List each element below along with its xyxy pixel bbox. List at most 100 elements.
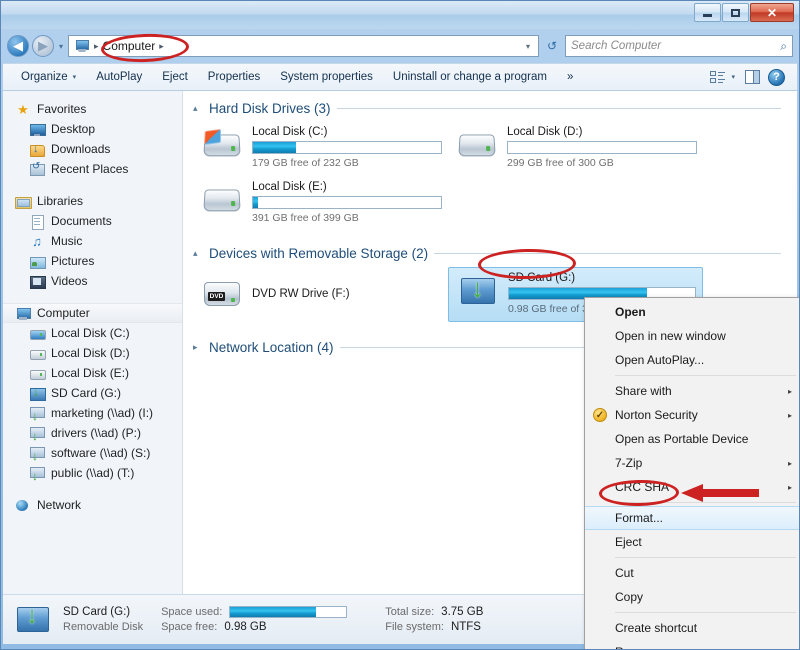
drive-name: Local Disk (C:)	[252, 126, 328, 138]
drive-item-local-disk-d[interactable]: Local Disk (D:) 299 GB free of 300 GB	[448, 122, 703, 175]
computer-icon	[15, 306, 31, 321]
menu-item-open-autoplay[interactable]: Open AutoPlay...	[585, 348, 799, 372]
drive-name: SD Card (G:)	[508, 272, 576, 284]
refresh-icon[interactable]: ↺	[542, 36, 562, 56]
group-divider	[434, 253, 781, 254]
help-icon[interactable]: ?	[768, 68, 785, 86]
autoplay-button[interactable]: AutoPlay	[86, 67, 152, 87]
sidebar-item-computer[interactable]: Computer	[3, 303, 182, 323]
menu-item-create-shortcut[interactable]: Create shortcut	[585, 616, 799, 640]
menu-item-open-in-new-window[interactable]: Open in new window	[585, 324, 799, 348]
sidebar-item-desktop[interactable]: Desktop	[3, 119, 182, 139]
breadcrumb-separator-2[interactable]: ▸	[155, 41, 168, 52]
sidebar-item-videos[interactable]: Videos	[3, 271, 182, 291]
organize-label: Organize	[21, 71, 68, 83]
sidebar-item-local-disk-e[interactable]: Local Disk (E:)	[3, 363, 182, 383]
menu-label: Format...	[615, 511, 664, 525]
change-view-button[interactable]: ▾	[708, 66, 737, 88]
back-button[interactable]: ◀	[7, 35, 29, 57]
network-drive-icon	[29, 426, 45, 443]
menu-item-copy[interactable]: Copy	[585, 585, 799, 609]
menu-item-rename[interactable]: Rename	[585, 640, 799, 649]
group-title: Hard Disk Drives (3)	[209, 101, 331, 116]
toolbar-overflow-button[interactable]: »	[557, 67, 583, 87]
videos-icon	[29, 274, 46, 289]
close-button[interactable]: ✕	[750, 3, 794, 22]
forward-button[interactable]: ▶	[32, 35, 54, 57]
search-input[interactable]: Search Computer ⌕	[565, 35, 793, 57]
menu-item-open[interactable]: Open	[585, 300, 799, 324]
uninstall-program-button[interactable]: Uninstall or change a program	[383, 67, 557, 87]
sidebar-item-music[interactable]: ♫ Music	[3, 231, 182, 251]
context-menu: Open Open in new window Open AutoPlay...…	[584, 297, 799, 649]
menu-item-norton-security[interactable]: ✓ Norton Security ▸	[585, 403, 799, 427]
sidebar-item-libraries[interactable]: Libraries	[3, 191, 182, 211]
sidebar-item-local-disk-c[interactable]: Local Disk (C:)	[3, 323, 182, 343]
documents-icon	[29, 214, 45, 230]
menu-item-share-with[interactable]: Share with ▸	[585, 379, 799, 403]
search-icon: ⌕	[780, 38, 787, 53]
sidebar-item-network[interactable]: Network	[3, 495, 182, 515]
sidebar-item-software-s[interactable]: software (\\ad) (S:)	[3, 443, 182, 463]
chevron-down-icon[interactable]: ▴	[193, 248, 203, 259]
music-icon: ♫	[32, 233, 42, 249]
organize-button[interactable]: Organize ▾	[11, 67, 86, 87]
total-size-label: Total size:	[385, 606, 435, 618]
search-placeholder: Search Computer	[571, 40, 662, 52]
toolbar-right-group: ▾ ?	[708, 66, 789, 88]
menu-label: Copy	[615, 590, 644, 604]
maximize-button[interactable]	[722, 3, 749, 22]
address-bar[interactable]: ▸ Computer ▸ ▾	[68, 35, 539, 57]
chevron-down-icon[interactable]: ▴	[193, 103, 203, 114]
drive-item-local-disk-c[interactable]: Local Disk (C:) 179 GB free of 232 GB	[193, 122, 448, 175]
sidebar-item-local-disk-d[interactable]: Local Disk (D:)	[3, 343, 182, 363]
drive-item-local-disk-e[interactable]: Local Disk (E:) 391 GB free of 399 GB	[193, 177, 448, 230]
sd-card-icon	[457, 272, 501, 308]
group-divider	[336, 108, 781, 109]
minimize-button[interactable]	[694, 3, 721, 22]
hard-drive-icon	[29, 326, 46, 341]
sidebar-item-public-t[interactable]: public (\\ad) (T:)	[3, 463, 182, 483]
menu-label: Norton Security	[615, 408, 698, 422]
menu-label: 7-Zip	[615, 456, 643, 470]
submenu-arrow-icon: ▸	[787, 386, 792, 396]
chevron-down-icon[interactable]: ▾	[526, 42, 536, 51]
sidebar-label: Downloads	[51, 142, 111, 156]
sidebar-item-recent-places[interactable]: Recent Places	[3, 159, 182, 179]
group-header-removable-storage[interactable]: ▴ Devices with Removable Storage (2)	[193, 246, 797, 261]
hard-drive-icon	[29, 346, 46, 361]
menu-item-format[interactable]: Format...	[585, 506, 799, 530]
capacity-bar	[252, 196, 442, 209]
recent-pages-caret[interactable]: ▾	[57, 42, 65, 51]
menu-label: Open AutoPlay...	[615, 353, 705, 367]
preview-pane-icon[interactable]	[745, 70, 760, 84]
sidebar-label: SD Card (G:)	[51, 386, 122, 400]
hard-drive-list: Local Disk (C:) 179 GB free of 232 GB Lo…	[193, 122, 797, 232]
sidebar-item-drivers-p[interactable]: drivers (\\ad) (P:)	[3, 423, 182, 443]
sidebar-item-marketing-i[interactable]: marketing (\\ad) (I:)	[3, 403, 182, 423]
status-space-column: Space used: Space free: 0.98 GB	[161, 606, 348, 633]
breadcrumb-computer[interactable]: Computer	[103, 39, 156, 53]
sidebar-item-documents[interactable]: Documents	[3, 211, 182, 231]
menu-item-eject[interactable]: Eject	[585, 530, 799, 554]
sidebar-label: Pictures	[51, 254, 95, 268]
menu-item-cut[interactable]: Cut	[585, 561, 799, 585]
sidebar-item-pictures[interactable]: Pictures	[3, 251, 182, 271]
menu-item-7-zip[interactable]: 7-Zip ▸	[585, 451, 799, 475]
chevron-right-icon[interactable]: ▸	[193, 342, 203, 353]
dvd-drive-icon	[201, 276, 245, 312]
sidebar-label: Videos	[51, 274, 88, 288]
sidebar-label: Computer	[37, 306, 90, 320]
drive-item-dvd-rw-f[interactable]: DVD RW Drive (F:)	[193, 267, 448, 322]
sidebar-item-favorites[interactable]: ★ Favorites	[3, 99, 182, 119]
menu-item-open-as-portable-device[interactable]: Open as Portable Device	[585, 427, 799, 451]
system-properties-button[interactable]: System properties	[270, 67, 383, 87]
downloads-icon	[29, 142, 45, 157]
eject-button[interactable]: Eject	[152, 67, 198, 87]
sidebar-item-downloads[interactable]: Downloads	[3, 139, 182, 159]
status-drive-type: Removable Disk	[63, 621, 144, 633]
group-header-hard-disk-drives[interactable]: ▴ Hard Disk Drives (3)	[193, 101, 797, 116]
properties-button[interactable]: Properties	[198, 67, 270, 87]
sidebar-item-sd-card-g[interactable]: SD Card (G:)	[3, 383, 182, 403]
